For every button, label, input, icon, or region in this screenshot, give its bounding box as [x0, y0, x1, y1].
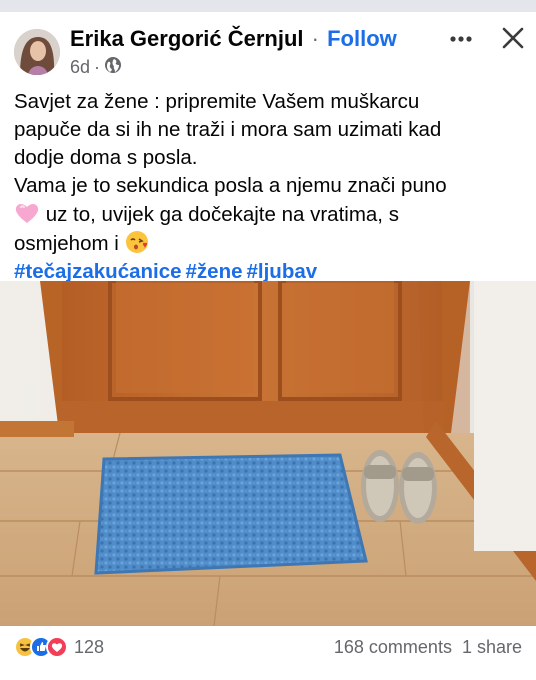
- kissing-face-emoji: [125, 229, 151, 255]
- shares-count-link[interactable]: 1 share: [462, 637, 522, 657]
- post-text-line-with-emoji: uz to, uvijek ga dočekajte na vratima, s: [14, 200, 526, 229]
- top-divider: [0, 0, 536, 12]
- post-timestamp[interactable]: 6d: [70, 57, 90, 78]
- more-options-icon[interactable]: [446, 26, 476, 52]
- hashtag-link[interactable]: #žene: [186, 260, 243, 283]
- meta-separator: ·: [94, 57, 101, 77]
- comments-count-link[interactable]: 168 comments: [334, 637, 452, 657]
- close-icon[interactable]: [498, 22, 528, 54]
- post-text-line: Vama je to sekundica posla a njemu znači…: [14, 174, 447, 197]
- post-header: Erika Gergorić Černjul · Follow 6d ·: [0, 16, 536, 82]
- engagement-stats: 168 comments 1 share: [334, 637, 522, 658]
- reaction-summary[interactable]: 128: [14, 636, 104, 658]
- post-body: Savjet za žene : pripremite Vašem muškar…: [14, 88, 526, 286]
- hashtag-link[interactable]: #ljubav: [247, 260, 318, 283]
- post-photo[interactable]: [0, 281, 536, 626]
- post-text-line: papuče da si ih ne traži i mora sam uzim…: [14, 118, 442, 141]
- post-footer: 128 168 comments 1 share: [0, 626, 536, 680]
- post-meta: 6d ·: [70, 56, 122, 79]
- follow-button[interactable]: Follow: [327, 26, 397, 51]
- post-text-line: Savjet za žene : pripremite Vašem muškar…: [14, 90, 420, 113]
- post-text-line-with-emoji: osmjehom i: [14, 229, 526, 258]
- pink-heart-emoji: [14, 200, 40, 226]
- author-name[interactable]: Erika Gergorić Černjul: [70, 26, 304, 51]
- post-text-line: uz to, uvijek ga dočekajte na vratima, s: [45, 203, 399, 226]
- name-separator: ·: [311, 26, 319, 51]
- author-avatar[interactable]: [14, 29, 60, 75]
- love-reaction-icon: [46, 636, 68, 658]
- globe-icon: [104, 56, 122, 79]
- post-text-line: dodje doma s posla.: [14, 146, 198, 169]
- reaction-count: 128: [74, 636, 105, 657]
- hashtag-link[interactable]: #tečajzakućanice: [14, 260, 182, 283]
- post-text-line: osmjehom i: [14, 232, 119, 255]
- author-row: Erika Gergorić Černjul · Follow: [70, 26, 397, 52]
